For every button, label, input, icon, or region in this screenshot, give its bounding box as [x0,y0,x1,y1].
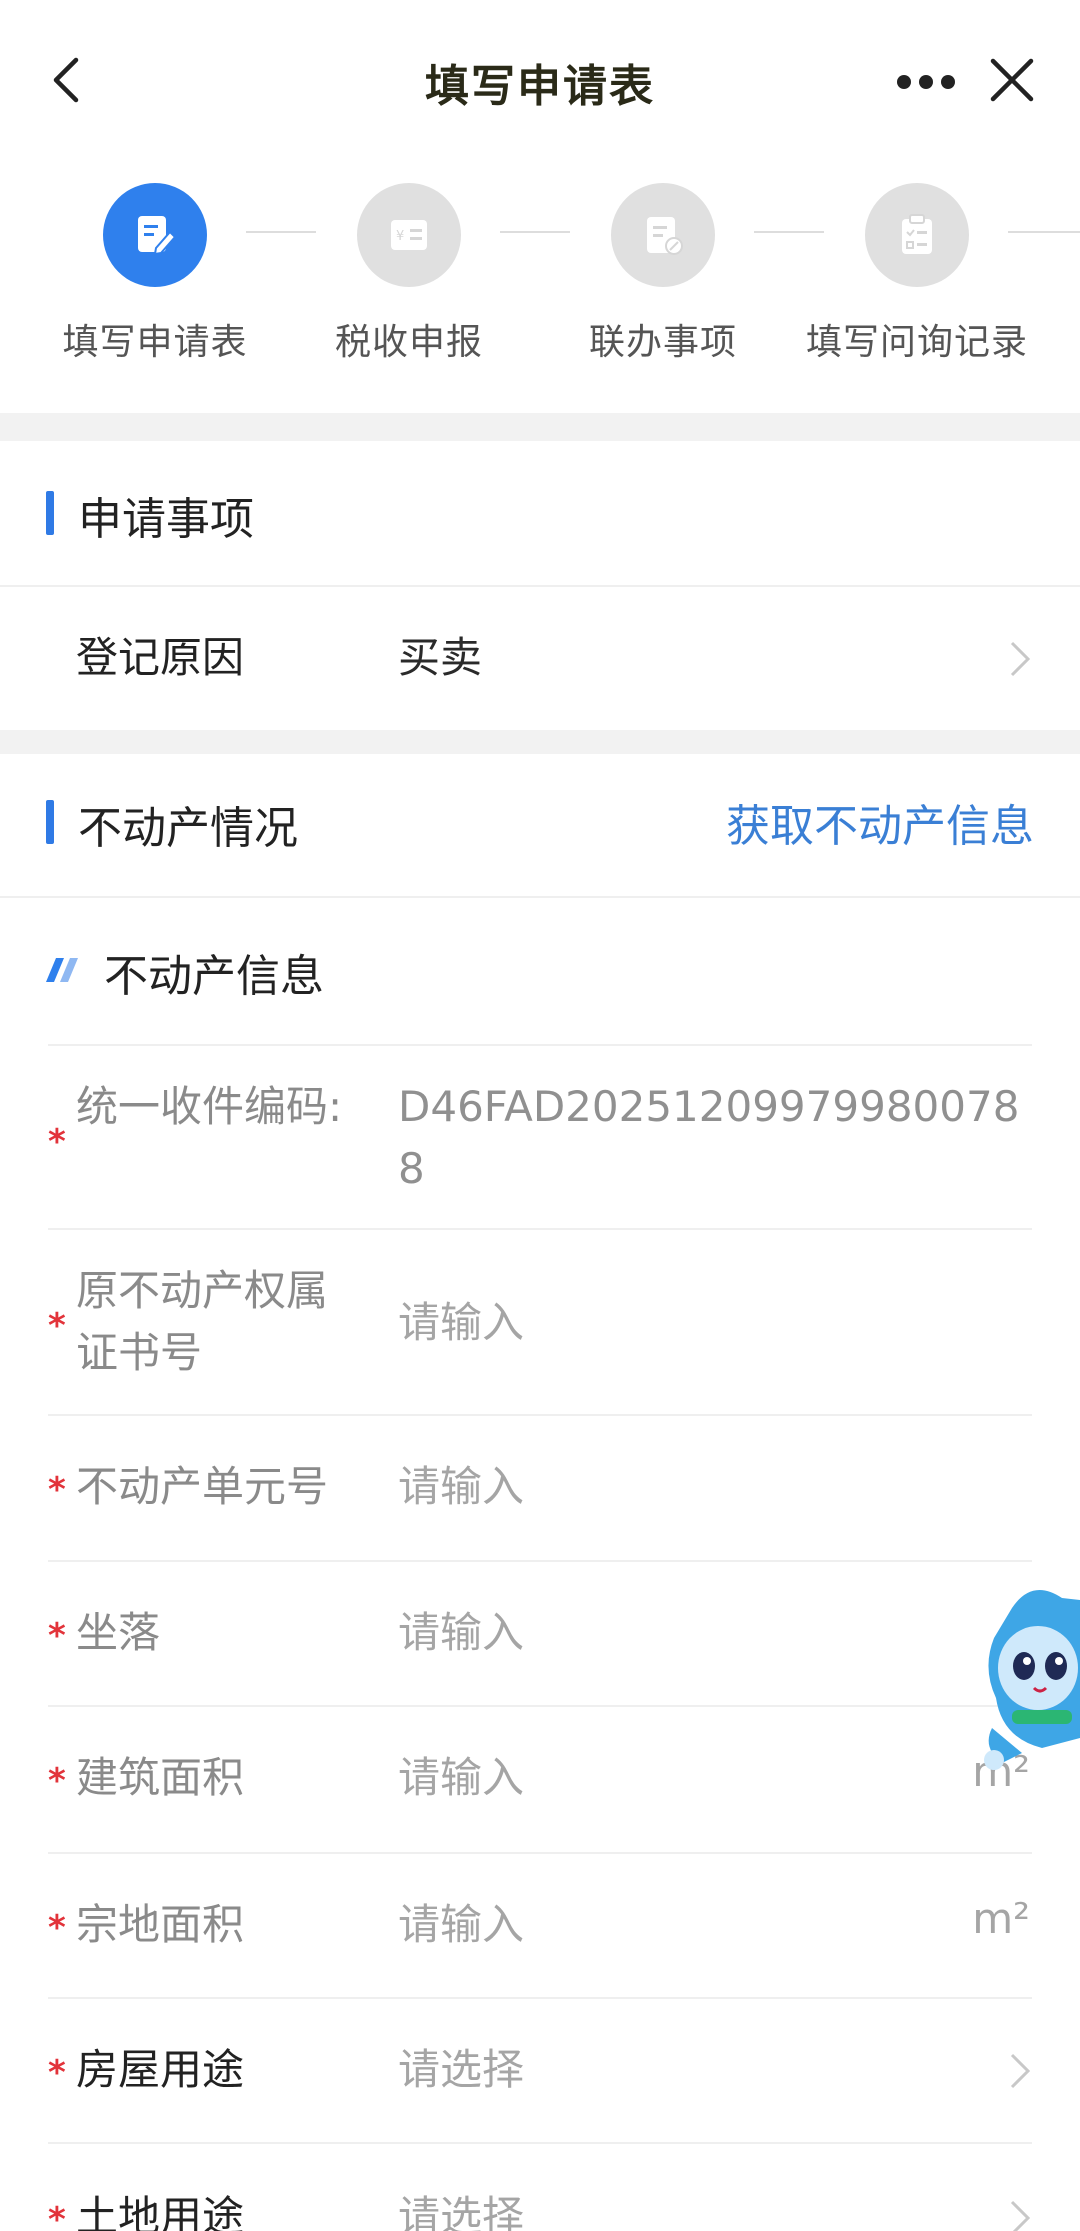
step-label: 税收申报 [334,322,483,363]
required-mark: * [48,1470,66,1510]
required-mark: * [48,1616,66,1656]
field-label: 坐落 [76,1608,161,1657]
step-fill-form[interactable]: 填写申请表 [35,183,275,365]
section-accent-bar [46,800,54,844]
property-info-subheader: 不动产信息 [0,898,1080,1044]
progress-steps: 填写申请表 ¥ 税收申报 联办事项 填写问询记录 [0,165,1080,413]
subsection-title: 不动产信息 [104,951,324,1002]
land-use-select[interactable]: 请选择 [398,2186,524,2231]
section-accent-bar [46,491,54,535]
building-area-row[interactable]: * 建筑面积 请输入 m² [0,1707,1080,1852]
registration-reason-row[interactable]: 登记原因 买卖 [0,587,1080,730]
area-unit: m² [972,1894,1030,1943]
certificate-no-row[interactable]: * 原不动产权属证书号 请输入 [0,1230,1080,1414]
chevron-right-icon [1010,641,1031,677]
fetch-property-info-link[interactable]: 获取不动产信息 [726,790,1034,854]
required-mark: * [48,1761,66,1801]
checklist-icon [865,183,969,287]
property-section-header: 不动产情况 获取不动产信息 [0,754,1080,896]
land-area-input[interactable]: 请输入 [398,1894,524,1956]
document-link-icon [611,183,715,287]
step-joint-matters[interactable]: 联办事项 [543,183,783,365]
required-mark: * [48,1306,66,1346]
required-mark: * [48,2200,66,2231]
apply-section-header: 申请事项 [0,441,1080,585]
registration-reason-value: 买卖 [398,633,483,682]
field-label: 宗地面积 [76,1900,245,1949]
field-label: 不动产单元号 [76,1462,329,1511]
section-gap [0,730,1080,754]
unified-code-row: * 统一收件编码: D46FAD2025120997998007​88 [0,1046,1080,1228]
section-title: 不动产情况 [78,803,298,854]
svg-text:¥: ¥ [396,229,404,244]
step-label: 填写问询记录 [805,322,1028,363]
required-mark: * [48,1908,66,1948]
land-use-row[interactable]: * 土地用途 请选择 [0,2144,1080,2231]
house-use-select[interactable]: 请选择 [398,2039,524,2101]
building-area-input[interactable]: 请输入 [398,1747,524,1809]
section-gap [0,413,1080,441]
certificate-no-input[interactable]: 请输入 [398,1292,524,1354]
step-label: 联办事项 [588,322,737,363]
step-label: 填写申请表 [62,322,248,363]
unit-no-input[interactable]: 请输入 [398,1456,524,1518]
field-label: 统一收件编码: [76,1082,343,1131]
land-area-row[interactable]: * 宗地面积 请输入 m² [0,1854,1080,1997]
step-tax[interactable]: ¥ 税收申报 [289,183,529,365]
mascot-assistant-icon[interactable] [972,1578,1080,1783]
top-bar: 填写申请表 [0,0,1080,165]
field-label: 建筑面积 [76,1753,245,1802]
unified-code-value: D46FAD2025120997998007​88 [398,1082,1020,1193]
section-title: 申请事项 [78,494,254,545]
double-slash-icon [46,958,78,982]
location-input[interactable]: 请输入 [398,1602,524,1664]
required-mark: * [48,2053,66,2093]
field-label: 土地用途 [76,2192,245,2231]
location-row[interactable]: * 坐落 请输入 [0,1562,1080,1705]
field-label: 原不动产权属证书号 [76,1266,329,1377]
unit-no-row[interactable]: * 不动产单元号 请输入 [0,1416,1080,1560]
house-use-row[interactable]: * 房屋用途 请选择 [0,1999,1080,2142]
more-dots-icon[interactable] [896,74,956,90]
tax-icon: ¥ [357,183,461,287]
field-label: 房屋用途 [76,2045,245,2094]
chevron-right-icon [1010,2053,1031,2089]
close-icon[interactable] [990,58,1034,102]
step-inquiry-record[interactable]: 填写问询记录 [797,183,1037,365]
chevron-right-icon [1010,2200,1031,2231]
field-label: 登记原因 [76,633,245,682]
required-mark: * [48,1122,66,1162]
edit-form-icon [103,183,207,287]
